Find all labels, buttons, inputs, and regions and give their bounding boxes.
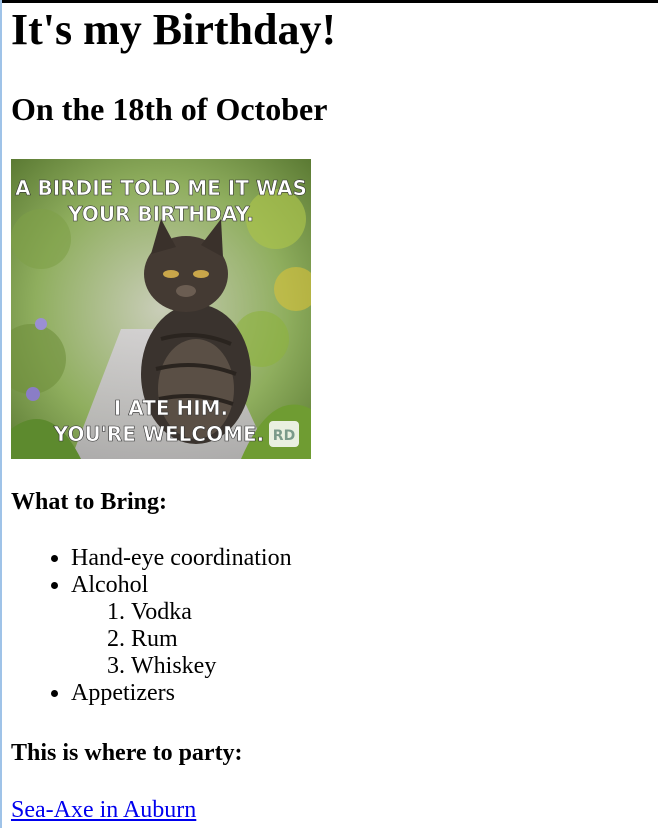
- window-top-border: [0, 0, 658, 3]
- list-item: Vodka: [131, 599, 292, 626]
- list-item-label: Alcohol: [71, 572, 149, 598]
- list-item: Hand-eye coordination: [71, 545, 292, 572]
- alcohol-list: Vodka Rum Whiskey: [71, 599, 292, 680]
- meme-top-text-line1: A BIRDIE TOLD ME IT WAS: [15, 176, 307, 200]
- list-item: Rum: [131, 626, 292, 653]
- page-title: It's my Birthday!: [11, 5, 337, 54]
- cat-meme-picture: A BIRDIE TOLD ME IT WAS YOUR BIRTHDAY. I…: [11, 159, 311, 459]
- list-item: Whiskey: [131, 653, 292, 680]
- list-item: Appetizers: [71, 680, 292, 707]
- meme-top-text-line2: YOUR BIRTHDAY.: [67, 202, 254, 226]
- rd-watermark-text: RD: [273, 428, 295, 444]
- party-location-heading: This is where to party:: [11, 740, 243, 766]
- venue-link[interactable]: Sea-Axe in Auburn: [11, 796, 196, 824]
- date-heading: On the 18th of October: [11, 91, 328, 127]
- birthday-meme-image: A BIRDIE TOLD ME IT WAS YOUR BIRTHDAY. I…: [11, 159, 311, 459]
- what-to-bring-heading: What to Bring:: [11, 489, 167, 515]
- bring-list: Hand-eye coordination Alcohol Vodka Rum …: [11, 545, 292, 707]
- meme-bottom-text-line1: I ATE HIM.: [114, 396, 228, 420]
- list-item-alcohol: Alcohol Vodka Rum Whiskey: [71, 572, 292, 680]
- meme-bottom-text-line2: YOU'RE WELCOME.: [53, 422, 264, 446]
- window-left-border: [0, 0, 2, 828]
